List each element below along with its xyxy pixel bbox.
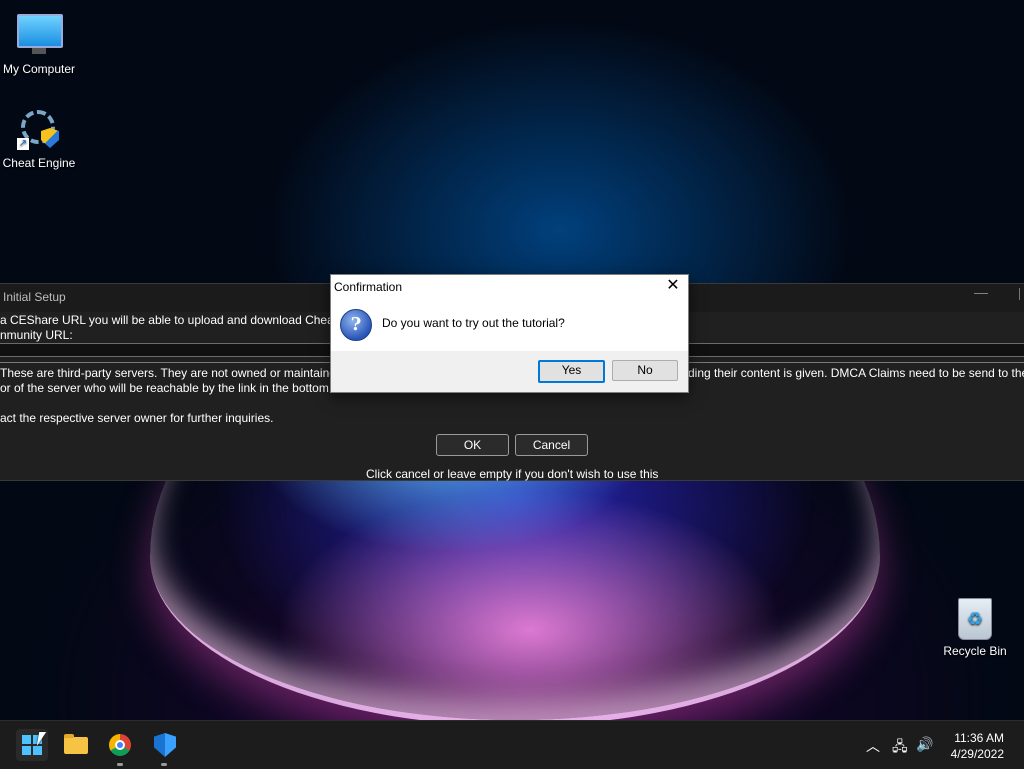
dialog-button-bar: Yes No [331,351,688,392]
desktop-icon-my-computer[interactable]: My Computer [0,10,78,76]
chrome-button[interactable] [104,729,136,766]
ok-button[interactable]: OK [436,434,509,456]
info-text: or of the server who will be reachable b… [0,381,329,395]
hint-text: Click cancel or leave empty if you don't… [366,467,659,481]
running-indicator [117,763,123,766]
community-url-label: nmunity URL: [0,328,73,342]
file-explorer-button[interactable] [60,729,92,761]
desktop-icon-label: My Computer [2,62,76,76]
clock-date: 4/29/2022 [950,747,1004,761]
system-clock[interactable]: 11:36 AM 4/29/2022 [951,730,1004,762]
shield-icon [154,733,176,757]
desktop-icon-recycle-bin[interactable]: ♻ Recycle Bin [936,598,1014,658]
cheat-engine-icon: ↗ [17,108,61,152]
running-indicator [161,763,167,766]
question-icon: ? [340,309,372,341]
dialog-message: Do you want to try out the tutorial? [382,316,565,330]
info-text: ding their content is given. DMCA Claims… [688,366,1024,380]
maximize-button[interactable] [1019,288,1024,300]
desktop-icon-label: Cheat Engine [2,156,76,170]
volume-icon[interactable]: 🔊 [916,736,933,753]
close-icon[interactable]: ✕ [664,276,682,296]
desktop-icon-label: Recycle Bin [943,644,1007,658]
clock-time: 11:36 AM [954,731,1004,745]
recycle-bin-icon: ♻ [958,598,992,640]
no-button[interactable]: No [612,360,678,381]
minimize-button[interactable]: — [974,284,988,300]
shortcut-arrow-icon: ↗ [17,138,29,150]
network-icon[interactable]: 🖧 [892,736,908,760]
info-text: These are third-party servers. They are … [0,366,343,380]
confirmation-dialog: Confirmation ✕ ? Do you want to try out … [330,274,689,393]
monitor-icon [17,14,63,58]
chrome-icon [109,734,131,756]
window-title: Initial Setup [3,290,66,304]
setup-description: a CEShare URL you will be able to upload… [0,313,338,327]
windows-security-button[interactable] [148,729,180,766]
info-text: act the respective server owner for furt… [0,411,274,425]
dialog-title: Confirmation [334,280,403,294]
chevron-up-icon[interactable]: ︿ [866,736,880,756]
folder-icon [64,734,88,754]
desktop-icon-cheat-engine[interactable]: ↗ Cheat Engine [0,108,78,170]
yes-button[interactable]: Yes [538,360,605,383]
taskbar: ︿ 🖧 🔊 11:36 AM 4/29/2022 [0,720,1024,769]
cancel-button[interactable]: Cancel [515,434,588,456]
